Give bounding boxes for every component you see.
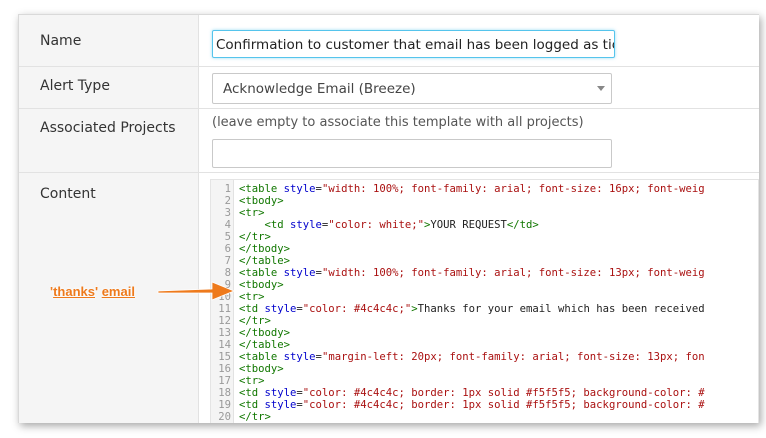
name-label: Name — [19, 15, 199, 66]
line-number: 4 — [224, 219, 231, 231]
alert-type-label: Alert Type — [19, 67, 199, 108]
line-number: 2 — [224, 195, 231, 207]
annotation-word-thanks: thanks — [53, 284, 95, 299]
line-number: 12 — [218, 315, 231, 327]
code-text: <td style="color: #4c4c4c; border: 1px s… — [239, 387, 705, 399]
code-text: </table> — [239, 255, 291, 267]
content-code-editor[interactable]: 1 <table style="width: 100%; font-family:… — [210, 179, 759, 423]
line-number: 6 — [224, 243, 231, 255]
code-text: <tbody> — [239, 279, 284, 291]
code-text: <tr> — [239, 291, 265, 303]
code-text: </tr> — [239, 411, 271, 423]
line-number: 3 — [224, 207, 231, 219]
line-number: 19 — [218, 399, 231, 411]
code-text: <tbody> — [239, 195, 284, 207]
line-number: 17 — [218, 375, 231, 387]
code-text: </table> — [239, 339, 291, 351]
alert-type-selected: Acknowledge Email (Breeze) — [223, 81, 416, 97]
line-number: 1 — [224, 183, 231, 195]
alert-type-select[interactable]: Acknowledge Email (Breeze) — [212, 73, 612, 104]
chevron-down-icon — [597, 86, 605, 91]
line-number: 15 — [218, 351, 231, 363]
annotation-arrow-icon — [157, 281, 236, 301]
code-text: <tr> — [239, 375, 265, 387]
code-text: <td style="color: #4c4c4c; border: 1px s… — [239, 399, 705, 411]
code-text: <tbody> — [239, 363, 284, 375]
code-text: <table style="width: 100%; font-family: … — [239, 183, 705, 195]
line-number: 5 — [224, 231, 231, 243]
alert-template-form: Name Confirmation to customer that email… — [18, 14, 759, 423]
code-text: </tr> — [239, 231, 271, 243]
line-number: 13 — [218, 327, 231, 339]
line-number: 14 — [218, 339, 231, 351]
name-row: Name Confirmation to customer that email… — [19, 15, 759, 67]
code-text: <tr> — [239, 207, 265, 219]
code-text: <td style="color: #4c4c4c;">Thanks for y… — [239, 303, 705, 315]
alert-type-row: Alert Type Acknowledge Email (Breeze) — [19, 67, 759, 109]
line-number: 20 — [218, 411, 231, 423]
code-text: <table style="margin-left: 20px; font-fa… — [239, 351, 705, 363]
thanks-email-annotation: 'thanks' email — [50, 284, 135, 299]
code-text: <td style="color: white;">YOUR REQUEST</… — [264, 219, 539, 231]
code-text: </tbody> — [239, 243, 291, 255]
associated-projects-hint: (leave empty to associate this template … — [212, 115, 584, 130]
name-input[interactable]: Confirmation to customer that email has … — [212, 30, 615, 58]
associated-projects-row: Associated Projects (leave empty to asso… — [19, 109, 759, 173]
annotation-word-email: email — [101, 284, 135, 299]
code-text: <table style="width: 100%; font-family: … — [239, 267, 705, 279]
associated-projects-label: Associated Projects — [19, 109, 199, 172]
associated-projects-input[interactable] — [212, 139, 612, 168]
line-number: 7 — [224, 255, 231, 267]
code-text: </tbody> — [239, 327, 291, 339]
line-number: 18 — [218, 387, 231, 399]
line-number: 16 — [218, 363, 231, 375]
code-text: </tr> — [239, 315, 271, 327]
